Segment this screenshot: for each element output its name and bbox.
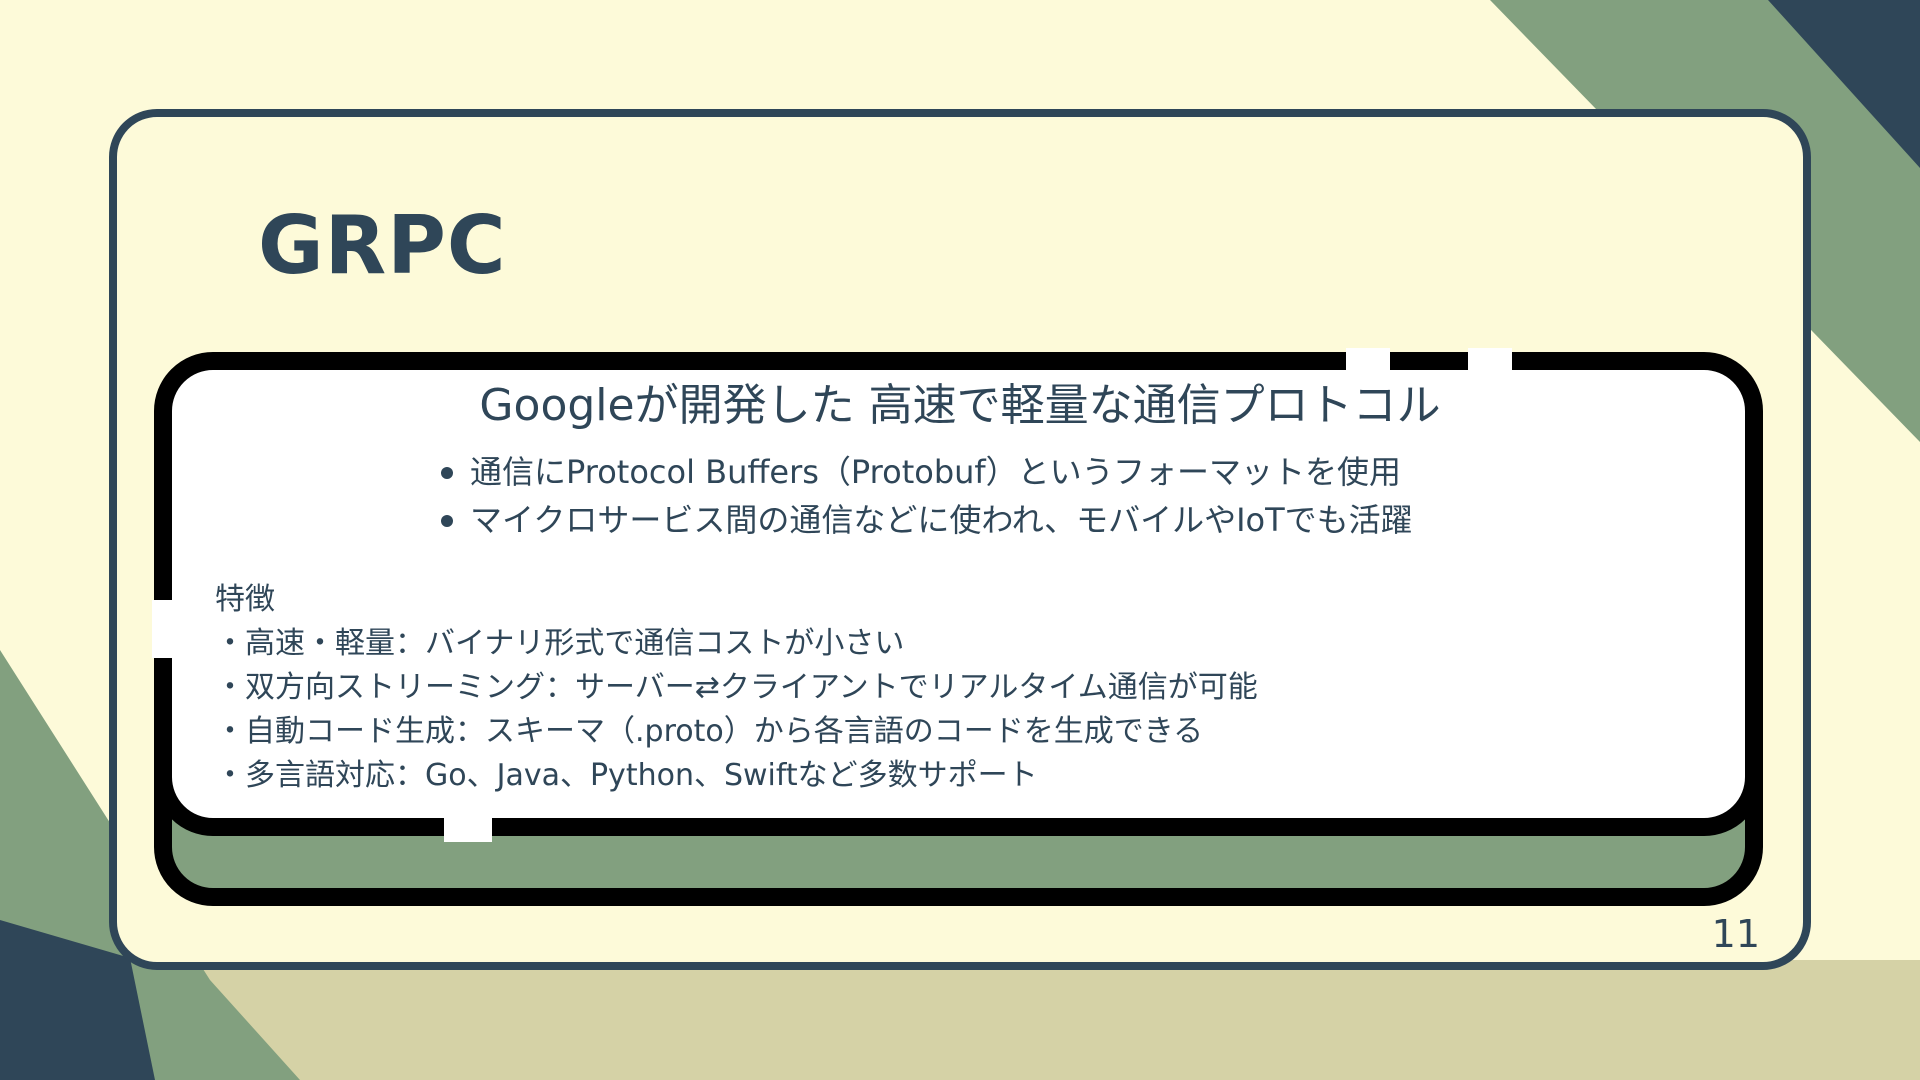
bullet-text: 通信にProtocol Buffers（Protobuf）というフォーマットを使… xyxy=(470,453,1402,491)
outline-gap xyxy=(152,600,176,658)
outline-gap xyxy=(1468,348,1512,374)
bullet-item: マイクロサービス間の通信などに使われ、モバイルやIoTでも活躍 xyxy=(441,496,1413,544)
feature-item: ・多言語対応：Go、Java、Python、Swiftなど多数サポート xyxy=(215,758,1038,793)
features-section: 特徴 ・高速・軽量：バイナリ形式で通信コストが小さい ・双方向ストリーミング：サ… xyxy=(215,578,1258,798)
feature-item: ・高速・軽量：バイナリ形式で通信コストが小さい xyxy=(215,626,905,661)
bullet-text: マイクロサービス間の通信などに使われ、モバイルやIoTでも活躍 xyxy=(470,501,1413,539)
feature-item: ・自動コード生成：スキーマ（.proto）から各言語のコードを生成できる xyxy=(215,714,1204,749)
bullet-dot-icon xyxy=(441,467,453,479)
features-heading: 特徴 xyxy=(215,582,275,617)
feature-item: ・双方向ストリーミング：サーバー⇄クライアントでリアルタイム通信が可能 xyxy=(215,670,1258,705)
outline-gap xyxy=(1346,348,1390,374)
bullet-item: 通信にProtocol Buffers（Protobuf）というフォーマットを使… xyxy=(441,448,1413,496)
headline: Googleが開発した 高速で軽量な通信プロトコル xyxy=(479,380,1441,431)
slide: GRPC Googleが開発した 高速で軽量な通信プロトコル 通信にProtoc… xyxy=(0,0,1920,1080)
bottom-band xyxy=(0,960,1920,1080)
page-number: 11 xyxy=(1711,912,1760,956)
bullet-dot-icon xyxy=(441,515,453,527)
slide-title: GRPC xyxy=(258,199,507,292)
outline-gap xyxy=(444,816,492,842)
bullet-list: 通信にProtocol Buffers（Protobuf）というフォーマットを使… xyxy=(441,448,1413,544)
